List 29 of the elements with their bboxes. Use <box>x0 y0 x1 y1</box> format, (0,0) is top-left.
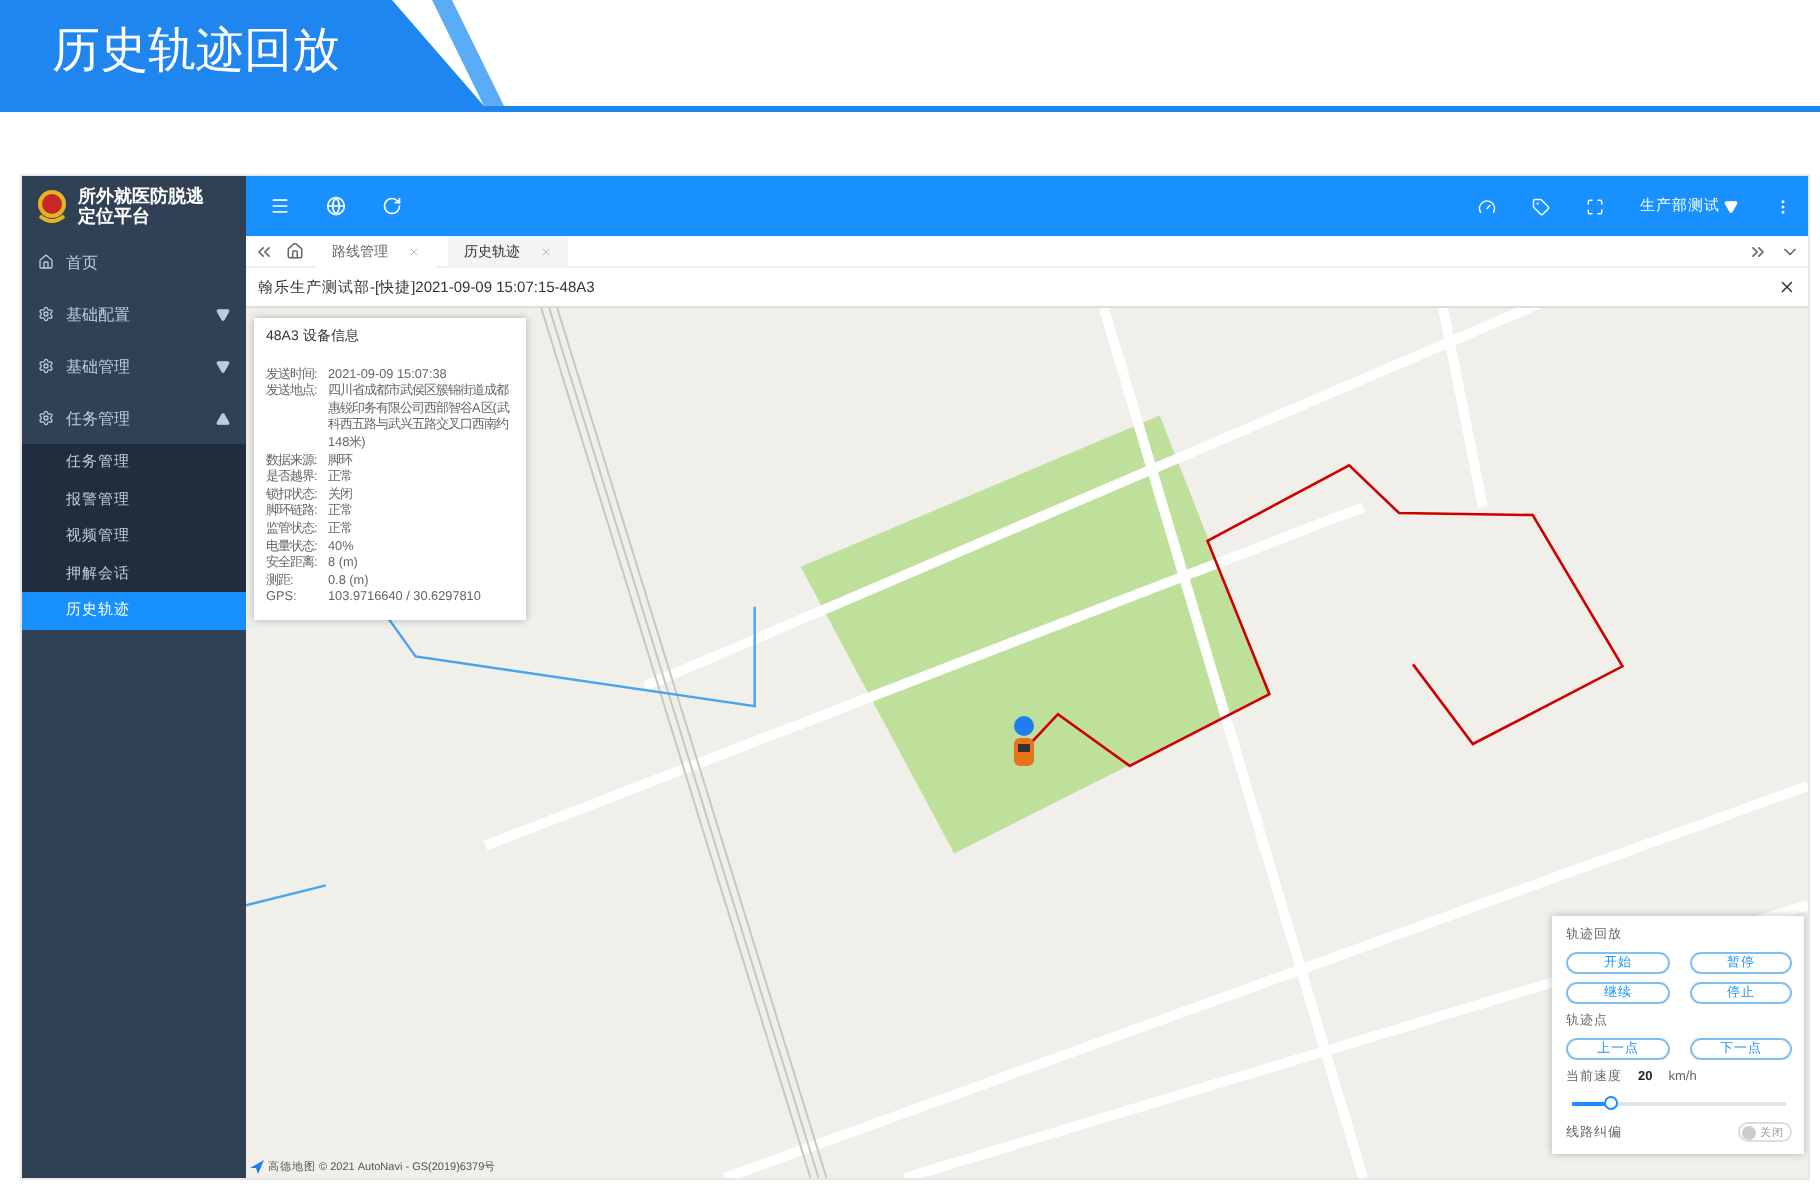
slider-thumb[interactable] <box>1603 1096 1618 1110</box>
sidebar-item[interactable]: 任务管理 <box>22 392 246 444</box>
settings-icon <box>38 358 54 374</box>
scroll-left-icon[interactable] <box>254 241 274 261</box>
scroll-right-icon[interactable] <box>1748 241 1768 261</box>
emblem-icon <box>34 188 70 224</box>
caret-icon <box>216 411 230 425</box>
fullscreen-icon[interactable] <box>1586 197 1604 215</box>
sidebar-item[interactable]: 基础管理 <box>22 340 246 392</box>
gauge-icon[interactable] <box>1478 197 1496 215</box>
close-tab-icon[interactable] <box>408 245 420 257</box>
sidebar-item[interactable]: 基础配置 <box>22 288 246 340</box>
caret-icon <box>1724 199 1738 213</box>
home-icon <box>38 254 54 270</box>
refresh-icon[interactable] <box>382 196 402 216</box>
car-marker-icon <box>1010 716 1038 768</box>
settings-icon <box>38 410 54 426</box>
settings-icon <box>38 306 54 322</box>
arrow-logo-icon <box>250 1160 264 1174</box>
tag-icon[interactable] <box>1532 197 1550 215</box>
caret-icon <box>216 359 230 373</box>
home-icon[interactable] <box>286 242 304 260</box>
globe-icon[interactable] <box>326 196 346 216</box>
close-tab-icon[interactable] <box>540 245 552 257</box>
sidebar-item[interactable]: 首页 <box>22 236 246 288</box>
close-icon[interactable] <box>1778 278 1796 296</box>
caret-icon <box>216 307 230 321</box>
app-title: 所外就医防脱逃 定位平台 <box>78 186 204 226</box>
menu-icon[interactable] <box>270 196 290 216</box>
